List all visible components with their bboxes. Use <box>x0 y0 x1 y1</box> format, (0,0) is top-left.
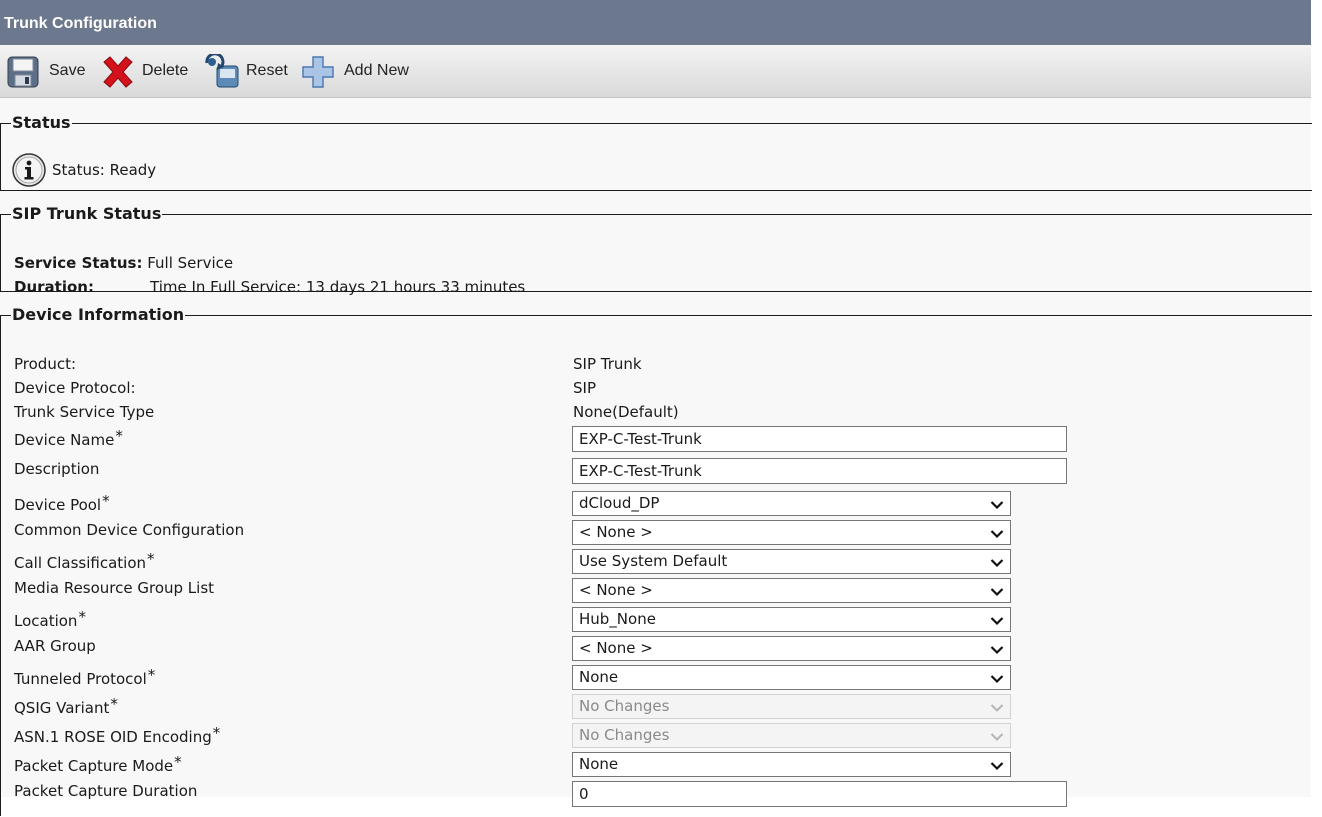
location-label: Location* <box>14 608 86 630</box>
tunneled-protocol-label-text: Tunneled Protocol <box>14 670 147 688</box>
device-protocol-value: SIP <box>573 379 596 397</box>
qsig-variant-selected: No Changes <box>579 697 670 715</box>
status-legend: Status <box>12 113 71 132</box>
product-value: SIP Trunk <box>573 355 642 373</box>
save-button[interactable]: Save <box>7 45 87 98</box>
device-name-input[interactable]: EXP-C-Test-Trunk <box>572 426 1067 452</box>
chevron-down-icon <box>990 757 1004 776</box>
duration-label: Duration: <box>14 278 94 296</box>
delete-icon <box>101 55 135 111</box>
required-marker: * <box>147 666 156 684</box>
required-marker: * <box>115 427 123 445</box>
chevron-down-icon <box>990 670 1004 689</box>
reset-button[interactable]: Reset <box>204 45 290 98</box>
location-select[interactable]: Hub_None <box>572 607 1011 632</box>
packet-capture-duration-label: Packet Capture Duration <box>14 782 198 800</box>
packet-capture-mode-label-text: Packet Capture Mode <box>14 757 174 775</box>
add-new-button[interactable]: Add New <box>302 45 410 98</box>
toolbar: Save Delete Reset Add New <box>0 45 1311 98</box>
delete-label: Delete <box>142 62 189 79</box>
tunneled-protocol-label: Tunneled Protocol* <box>14 666 155 688</box>
call-classification-selected: Use System Default <box>579 552 728 570</box>
duration-value: Time In Full Service: 13 days 21 hours 3… <box>150 278 526 296</box>
save-label: Save <box>49 62 86 79</box>
add-icon <box>302 56 334 110</box>
device-pool-select[interactable]: dCloud_DP <box>572 491 1011 516</box>
required-marker: * <box>147 550 155 568</box>
trunk-service-type-label: Trunk Service Type <box>14 403 155 421</box>
chevron-down-icon <box>990 699 1004 718</box>
media-resource-group-list-select[interactable]: < None > <box>572 578 1011 603</box>
tunneled-protocol-selected: None <box>579 668 619 686</box>
packet-capture-mode-label: Packet Capture Mode* <box>14 753 182 775</box>
device-pool-selected: dCloud_DP <box>579 494 660 512</box>
service-status-label: Service Status: <box>14 254 143 272</box>
media-resource-group-list-selected: < None > <box>579 581 653 599</box>
add-new-label: Add New <box>344 62 409 79</box>
media-resource-group-list-label: Media Resource Group List <box>14 579 215 597</box>
call-classification-select[interactable]: Use System Default <box>572 549 1011 574</box>
trunk-service-type-value: None(Default) <box>573 403 679 421</box>
chevron-down-icon <box>990 496 1004 515</box>
delete-button[interactable]: Delete <box>101 45 191 98</box>
aar-group-selected: < None > <box>579 639 653 657</box>
qsig-variant-label-text: QSIG Variant <box>14 699 110 717</box>
required-marker: * <box>212 724 221 742</box>
common-device-configuration-selected: < None > <box>579 523 653 541</box>
status-section: Status Status: Ready <box>0 114 1312 191</box>
location-label-text: Location <box>14 612 78 630</box>
required-marker: * <box>174 753 182 771</box>
chevron-down-icon <box>990 728 1004 747</box>
chevron-down-icon <box>990 525 1004 544</box>
call-classification-label-text: Call Classification <box>14 554 147 572</box>
trunk-configuration-page: Trunk Configuration Save Delete Reset Ad… <box>0 0 1312 816</box>
tunneled-protocol-select[interactable]: None <box>572 665 1011 690</box>
device-information-section: Device Information Product: SIP Trunk De… <box>0 306 1312 816</box>
service-status-row: Service Status: Full Service <box>14 254 233 272</box>
device-pool-label-text: Device Pool <box>14 496 102 514</box>
packet-capture-mode-selected: None <box>579 755 619 773</box>
required-marker: * <box>110 695 118 713</box>
asn-rose-oid-encoding-selected: No Changes <box>579 726 670 744</box>
common-device-configuration-label: Common Device Configuration <box>14 521 245 539</box>
required-marker: * <box>78 608 86 626</box>
device-pool-label: Device Pool* <box>14 492 110 514</box>
save-icon <box>7 56 39 110</box>
description-label: Description <box>14 460 100 478</box>
asn-rose-oid-encoding-label-text: ASN.1 ROSE OID Encoding <box>14 728 212 746</box>
reset-icon <box>204 52 240 112</box>
chevron-down-icon <box>990 554 1004 573</box>
chevron-down-icon <box>990 612 1004 631</box>
chevron-down-icon <box>990 583 1004 602</box>
product-label: Product: <box>14 355 77 373</box>
packet-capture-mode-select[interactable]: None <box>572 752 1011 777</box>
info-icon <box>12 153 48 193</box>
service-status-value: Full Service <box>147 254 234 272</box>
packet-capture-duration-input[interactable]: 0 <box>572 781 1067 807</box>
device-name-label: Device Name* <box>14 427 123 449</box>
asn-rose-oid-encoding-label: ASN.1 ROSE OID Encoding* <box>14 724 220 746</box>
device-information-legend: Device Information <box>12 305 185 324</box>
asn-rose-oid-encoding-select: No Changes <box>572 723 1011 748</box>
duration-row: Duration: Time In Full Service: 13 days … <box>14 278 525 296</box>
common-device-configuration-select[interactable]: < None > <box>572 520 1011 545</box>
required-marker: * <box>102 492 110 510</box>
call-classification-label: Call Classification* <box>14 550 155 572</box>
aar-group-select[interactable]: < None > <box>572 636 1011 661</box>
status-text: Status: Ready <box>52 161 157 179</box>
sip-trunk-status-legend: SIP Trunk Status <box>12 204 162 223</box>
device-name-label-text: Device Name <box>14 431 115 449</box>
device-protocol-label: Device Protocol: <box>14 379 136 397</box>
qsig-variant-label: QSIG Variant* <box>14 695 118 717</box>
location-selected: Hub_None <box>579 610 656 628</box>
page-title: Trunk Configuration <box>0 0 1311 45</box>
aar-group-label: AAR Group <box>14 637 96 655</box>
description-input[interactable]: EXP-C-Test-Trunk <box>572 458 1067 484</box>
reset-label: Reset <box>246 62 288 79</box>
chevron-down-icon <box>990 641 1004 660</box>
sip-trunk-status-section: SIP Trunk Status Service Status: Full Se… <box>0 204 1312 296</box>
qsig-variant-select: No Changes <box>572 694 1011 719</box>
